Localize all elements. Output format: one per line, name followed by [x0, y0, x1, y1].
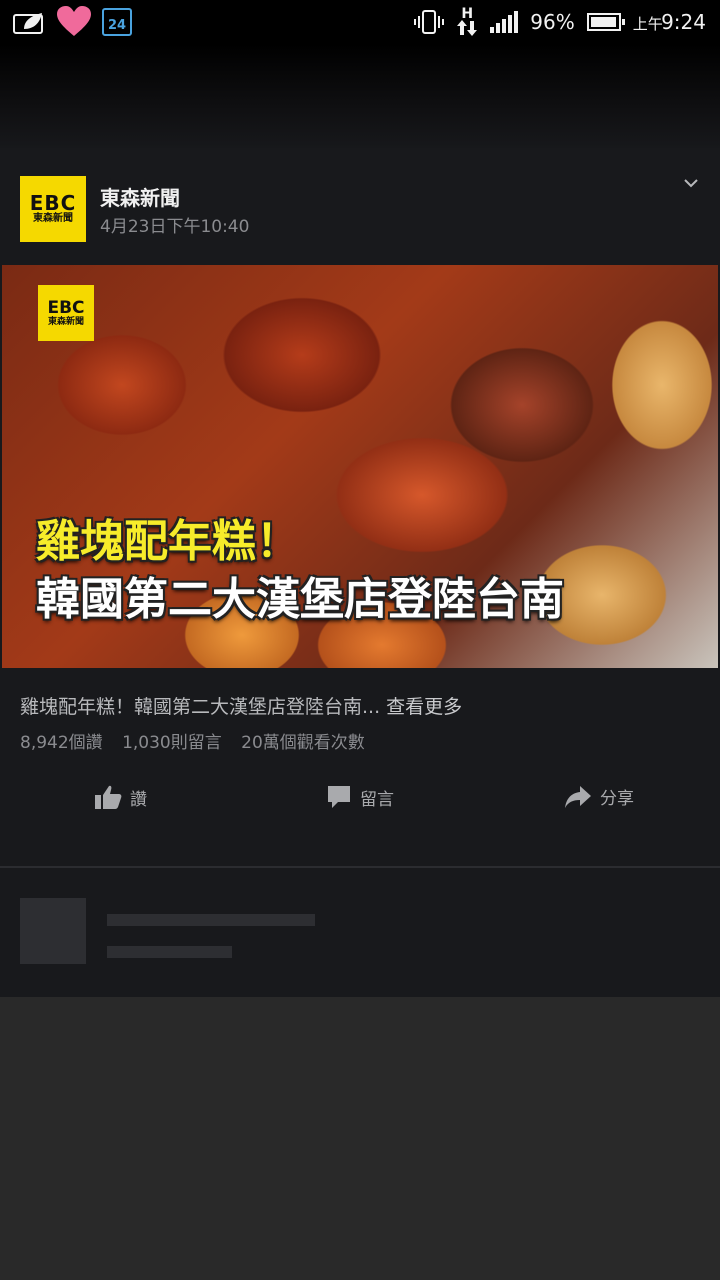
- page-avatar[interactable]: EBC 東森新聞: [20, 176, 86, 242]
- status-bar-notifications: 24: [12, 6, 132, 38]
- post-actions: 讚 留言 分享: [0, 784, 720, 824]
- calendar-icon: 24: [102, 8, 132, 36]
- video-logo-subtext: 東森新聞: [47, 317, 84, 327]
- network-type-label: H: [461, 6, 474, 22]
- vibrate-icon: [414, 10, 445, 34]
- signal-icon: [490, 11, 519, 33]
- post-caption: 雞塊配年糕！韓國第二大漢堡店登陸台南... 查看更多: [20, 692, 462, 719]
- status-bar-system: H 96% 上午 9:24: [414, 6, 706, 36]
- leaf-notification-icon: [13, 13, 43, 34]
- video-channel-logo: EBC 東森新聞: [38, 285, 94, 341]
- avatar-logo-text: EBC: [29, 191, 77, 215]
- caption-text: 雞塊配年糕！韓國第二大漢堡店登陸台南...: [20, 696, 381, 718]
- calendar-day: 24: [107, 18, 127, 33]
- post-card: EBC 東森新聞 東森新聞 4月23日下午10:40 EBC 東森新聞 雞塊配年…: [0, 148, 720, 866]
- comment-label: 留言: [360, 789, 394, 810]
- clock: 上午 9:24: [633, 10, 706, 34]
- share-label: 分享: [600, 789, 634, 809]
- video-logo-text: EBC: [47, 298, 85, 318]
- page-name-link[interactable]: 東森新聞: [100, 182, 180, 211]
- placeholder-title-line: [107, 914, 315, 926]
- battery-icon: [586, 13, 625, 31]
- like-button[interactable]: 讚: [94, 784, 147, 810]
- like-label: 讚: [130, 789, 147, 810]
- placeholder-subtitle-line: [107, 946, 232, 958]
- share-arrow-icon: [565, 785, 591, 808]
- share-button[interactable]: 分享: [564, 784, 634, 809]
- status-bar: 24 H 96% 上午 9:24: [0, 0, 720, 44]
- see-more-link[interactable]: 查看更多: [386, 696, 462, 718]
- comment-bubble-icon: [328, 786, 350, 808]
- comment-count[interactable]: 1,030則留言: [122, 733, 222, 753]
- loading-post-placeholder: [0, 868, 720, 997]
- placeholder-avatar: [20, 898, 86, 964]
- comment-button[interactable]: 留言: [326, 784, 394, 810]
- view-count: 20萬個觀看次數: [241, 733, 365, 753]
- avatar-logo-subtext: 東森新聞: [33, 213, 73, 224]
- clock-time: 9:24: [661, 10, 706, 34]
- chevron-down-icon[interactable]: [684, 176, 698, 190]
- video-headline-line2: 韓國第二大漢堡店登陸台南: [36, 574, 564, 625]
- clock-period: 上午: [632, 15, 663, 33]
- post-stats: 8,942個讚 1,030則留言 20萬個觀看次數: [20, 728, 379, 753]
- video-headline-line1: 雞塊配年糕！: [36, 516, 300, 567]
- post-timestamp[interactable]: 4月23日下午10:40: [100, 212, 249, 237]
- thumbs-up-icon: [95, 785, 122, 809]
- top-spacer: [0, 44, 720, 148]
- reaction-count[interactable]: 8,942個讚: [20, 733, 103, 753]
- heart-icon: [57, 6, 91, 36]
- video-thumbnail[interactable]: EBC 東森新聞 雞塊配年糕！ 韓國第二大漢堡店登陸台南: [2, 265, 718, 668]
- network-type-icon: H: [456, 6, 478, 36]
- battery-percent: 96%: [530, 10, 575, 34]
